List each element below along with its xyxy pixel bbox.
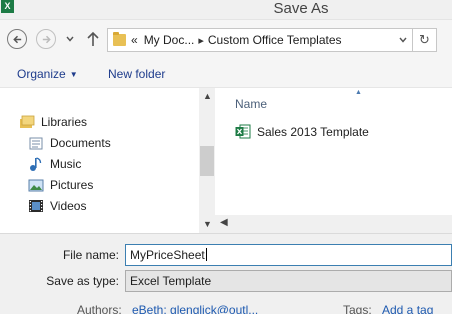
tree-item-label: Videos	[50, 199, 87, 213]
file-name-value: MyPriceSheet	[130, 248, 205, 262]
file-name-input[interactable]: MyPriceSheet	[125, 244, 452, 266]
back-arrow-icon	[12, 35, 21, 43]
tree-item-label: Documents	[50, 136, 111, 150]
pictures-icon	[28, 179, 44, 192]
scrollbar-thumb[interactable]	[200, 146, 214, 176]
scroll-down-icon[interactable]: ▼	[203, 219, 212, 229]
documents-icon	[29, 137, 43, 150]
navigation-pane-scrollbar[interactable]: ▲ ▼	[199, 88, 215, 233]
address-dropdown-icon[interactable]	[399, 37, 407, 43]
libraries-icon	[20, 115, 35, 128]
breadcrumb-my-documents[interactable]: My Doc...	[144, 33, 195, 47]
up-arrow-icon[interactable]	[86, 31, 100, 47]
navigation-bar: « My Doc... ▸ Custom Office Templates ↻	[0, 20, 452, 60]
organize-button[interactable]: Organize ▼	[17, 67, 78, 81]
address-bar[interactable]: « My Doc... ▸ Custom Office Templates	[107, 28, 413, 52]
scroll-up-icon[interactable]: ▲	[203, 91, 212, 101]
tree-item-pictures[interactable]: Pictures	[28, 178, 93, 192]
file-list-scrollbar[interactable]: ◀	[215, 215, 452, 233]
excel-template-icon	[235, 124, 251, 139]
save-as-type-select[interactable]: Excel Template	[125, 270, 452, 292]
organize-label: Organize	[17, 67, 66, 81]
tree-item-videos[interactable]: Videos	[28, 199, 86, 213]
chevron-down-icon: ▼	[69, 70, 78, 79]
forward-button[interactable]	[36, 29, 56, 49]
breadcrumb-overflow[interactable]: «	[131, 33, 138, 47]
tree-item-label: Music	[50, 157, 82, 171]
recent-locations-dropdown-icon[interactable]	[66, 36, 74, 42]
tree-item-label: Libraries	[41, 115, 88, 129]
save-options-pane: File name: MyPriceSheet Save as type: Ex…	[0, 233, 452, 314]
tree-item-music[interactable]: Music	[28, 157, 81, 171]
text-cursor	[205, 248, 207, 261]
refresh-button[interactable]: ↻	[413, 28, 437, 52]
title-bar: X Save As	[0, 0, 452, 20]
file-row-sales-2013-template[interactable]: Sales 2013 Template	[235, 124, 369, 139]
save-as-type-label: Save as type:	[46, 274, 119, 288]
breadcrumb-custom-office-templates[interactable]: Custom Office Templates	[208, 33, 342, 47]
authors-field[interactable]: eBeth; glenglick@outl...	[132, 303, 258, 314]
command-toolbar: Organize ▼ New folder	[0, 60, 452, 88]
folder-icon	[113, 32, 126, 46]
tree-item-libraries[interactable]: Libraries	[19, 115, 87, 129]
music-icon	[30, 157, 42, 171]
authors-label: Authors:	[77, 303, 122, 314]
tags-field[interactable]: Add a tag	[382, 303, 433, 314]
breadcrumb-separator-icon[interactable]: ▸	[198, 34, 204, 47]
refresh-icon: ↻	[419, 32, 430, 47]
navigation-pane: Libraries Documents Music Pictures Video…	[0, 88, 199, 233]
sort-ascending-icon: ▲	[355, 89, 362, 96]
file-name: Sales 2013 Template	[257, 124, 369, 139]
column-header-name[interactable]: Name	[235, 97, 267, 111]
tree-item-documents[interactable]: Documents	[28, 136, 111, 150]
file-name-label: File name:	[62, 248, 119, 262]
videos-icon	[29, 200, 43, 212]
tags-label: Tags:	[343, 303, 372, 314]
file-list-pane: ▲ Name Sales 2013 Template	[215, 88, 452, 233]
window-title: Save As	[273, 0, 329, 17]
scroll-left-icon[interactable]: ◀	[220, 217, 228, 228]
tree-item-label: Pictures	[50, 178, 94, 192]
back-button[interactable]	[7, 29, 27, 49]
new-folder-button[interactable]: New folder	[108, 67, 165, 81]
forward-arrow-icon	[42, 35, 51, 43]
